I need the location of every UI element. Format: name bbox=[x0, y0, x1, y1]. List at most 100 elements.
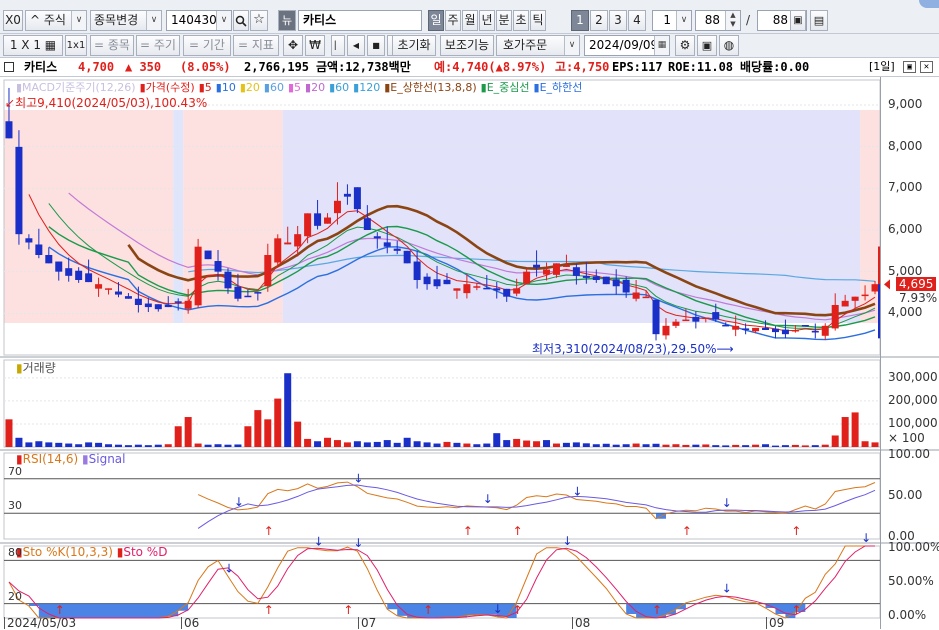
search-button[interactable] bbox=[233, 10, 249, 31]
candle-body bbox=[443, 279, 451, 285]
volume-bar bbox=[831, 435, 839, 447]
volume-bar bbox=[25, 442, 33, 447]
rsi-title-b: Signal bbox=[88, 452, 126, 466]
news-button[interactable]: 뉴 bbox=[278, 10, 296, 31]
maximize-icon[interactable]: ▣ bbox=[903, 61, 916, 73]
period-tab-0[interactable]: 일 bbox=[428, 10, 444, 31]
number-tab-2[interactable]: 2 bbox=[590, 10, 608, 31]
items-button[interactable]: = 종목 bbox=[90, 35, 134, 56]
dividend-value: 배당률:0.00 bbox=[740, 60, 810, 74]
close-icon[interactable]: ✕ bbox=[920, 61, 933, 73]
candle-body bbox=[831, 305, 839, 329]
count-field[interactable]: 88 ▲ ▼ bbox=[695, 10, 741, 31]
price-tick-label: 5,000 bbox=[888, 263, 923, 278]
sto-tick-label: 100.00% bbox=[888, 540, 939, 554]
checkbox-icon[interactable] bbox=[4, 62, 14, 72]
period-tab-5[interactable]: 초 bbox=[513, 10, 529, 31]
period-tab-1[interactable]: 주 bbox=[445, 10, 461, 31]
candle-body bbox=[353, 187, 361, 210]
volume-bar bbox=[632, 443, 640, 447]
date-tick-label: 09 bbox=[766, 617, 784, 629]
snapshot-button[interactable]: ▣ bbox=[697, 35, 717, 56]
period-tab-4[interactable]: 분 bbox=[496, 10, 512, 31]
period-tab-6[interactable]: 틱 bbox=[530, 10, 546, 31]
legend-item[interactable]: ▮20 bbox=[305, 81, 325, 94]
won-button[interactable]: ₩ bbox=[305, 35, 325, 56]
low-note: 최저3,310(2024/08/23),29.50%⟶ bbox=[532, 340, 734, 357]
market-type-select[interactable]: ^ 주식 ∨ bbox=[25, 10, 87, 31]
save-button[interactable]: ▤ bbox=[810, 10, 828, 31]
count-value: 88 bbox=[704, 13, 720, 27]
web-button[interactable]: ◍ bbox=[719, 35, 739, 56]
legend-item[interactable]: ▮E_중심선 bbox=[481, 81, 530, 94]
candle-body bbox=[632, 292, 640, 299]
stock-name-field[interactable]: 카티스 bbox=[298, 10, 422, 31]
legend-item[interactable]: ▮E_하한선 bbox=[534, 81, 583, 94]
range-button[interactable]: = 기간 bbox=[183, 35, 231, 56]
scroll-first-button[interactable]: ▏ bbox=[331, 35, 345, 56]
number-tab-4[interactable]: 4 bbox=[628, 10, 646, 31]
expected-price: 예:4,740(▲8.97%) bbox=[434, 60, 547, 74]
legend-item[interactable]: ▮5 bbox=[288, 81, 301, 94]
layout-button[interactable]: X0 bbox=[3, 10, 23, 31]
candle-body bbox=[294, 234, 302, 247]
axis-divider bbox=[880, 77, 881, 629]
number-tab-3[interactable]: 3 bbox=[609, 10, 627, 31]
legend-item[interactable]: ▮60 bbox=[329, 81, 349, 94]
candle-body bbox=[333, 200, 341, 214]
indicator-button[interactable]: = 지표 bbox=[233, 35, 279, 56]
volume-bar bbox=[762, 444, 770, 447]
period-tab-2[interactable]: 월 bbox=[462, 10, 478, 31]
candle-body bbox=[652, 299, 660, 335]
volume-bar bbox=[294, 421, 302, 447]
number-tab-1[interactable]: 1 bbox=[571, 10, 589, 31]
volume-bar bbox=[692, 444, 700, 447]
volume-bar bbox=[174, 426, 182, 447]
period-tab-3[interactable]: 년 bbox=[479, 10, 495, 31]
candle-body bbox=[722, 324, 730, 327]
legend-item[interactable]: ▮20 bbox=[240, 81, 260, 94]
legend-item[interactable]: ▮60 bbox=[264, 81, 284, 94]
order-button[interactable]: 호가주문 ∨ bbox=[496, 35, 580, 56]
triangle-left-icon: ◀ bbox=[352, 41, 360, 50]
candle-body bbox=[15, 146, 23, 235]
price-tick-label: 4,000 bbox=[888, 305, 923, 320]
buy-arrow-icon: ↑ bbox=[513, 603, 523, 617]
legend-item[interactable]: ▮가격(수정) bbox=[140, 81, 195, 94]
candle-body bbox=[602, 276, 610, 285]
legend-item[interactable]: ▮10 bbox=[216, 81, 236, 94]
favorite-button[interactable]: ☆ bbox=[250, 10, 268, 31]
change-percent: (8.05%) bbox=[180, 60, 231, 74]
period-button[interactable]: = 주기 bbox=[136, 35, 180, 56]
single-layout-button[interactable]: 1x1 bbox=[65, 35, 87, 56]
date-field[interactable]: 2024/09/09 ▦ bbox=[584, 35, 670, 56]
add-button[interactable]: ▣ bbox=[790, 10, 806, 31]
grid-layout-button[interactable]: 1 X 1 ▦ bbox=[3, 35, 63, 56]
change-item-label: 종목변경 bbox=[94, 13, 139, 27]
eps-value: EPS:117 bbox=[612, 60, 663, 74]
legend-item[interactable]: ▮MACD기준주기(12,26) bbox=[16, 81, 136, 94]
volume-bar bbox=[35, 441, 43, 447]
low-note-text: 최저3,310(2024/08/23),29.50% bbox=[532, 342, 717, 356]
aux-function-button[interactable]: 보조기능 bbox=[440, 35, 494, 56]
legend-item[interactable]: ▮5 bbox=[199, 81, 212, 94]
scroll-left-button[interactable]: ◀ bbox=[347, 35, 365, 56]
legend-item[interactable]: ▮E_상한선(13,8,8) bbox=[384, 81, 476, 94]
candle-body bbox=[403, 250, 411, 264]
legend-item[interactable]: ▮120 bbox=[353, 81, 380, 94]
candle-body bbox=[105, 288, 113, 290]
settings-button[interactable]: ⚙ bbox=[675, 35, 695, 56]
volume-bar bbox=[473, 444, 481, 447]
candle-body bbox=[582, 275, 590, 278]
stock-code-field[interactable]: 140430 ∨ bbox=[166, 10, 232, 31]
candle-body bbox=[612, 279, 620, 287]
stop-icon: ■ bbox=[372, 41, 380, 50]
pause-button[interactable]: ■ bbox=[367, 35, 385, 56]
rsi-signal-line bbox=[197, 484, 876, 529]
candle-body bbox=[433, 279, 441, 287]
change-item-button[interactable]: 종목변경 ∨ bbox=[90, 10, 162, 31]
interval-field[interactable]: 1 ∨ bbox=[652, 10, 692, 31]
reset-button[interactable]: 초기화 bbox=[392, 35, 436, 56]
crosshair-button[interactable]: ✥ bbox=[283, 35, 303, 56]
buy-arrow-icon: ↑ bbox=[513, 524, 523, 538]
